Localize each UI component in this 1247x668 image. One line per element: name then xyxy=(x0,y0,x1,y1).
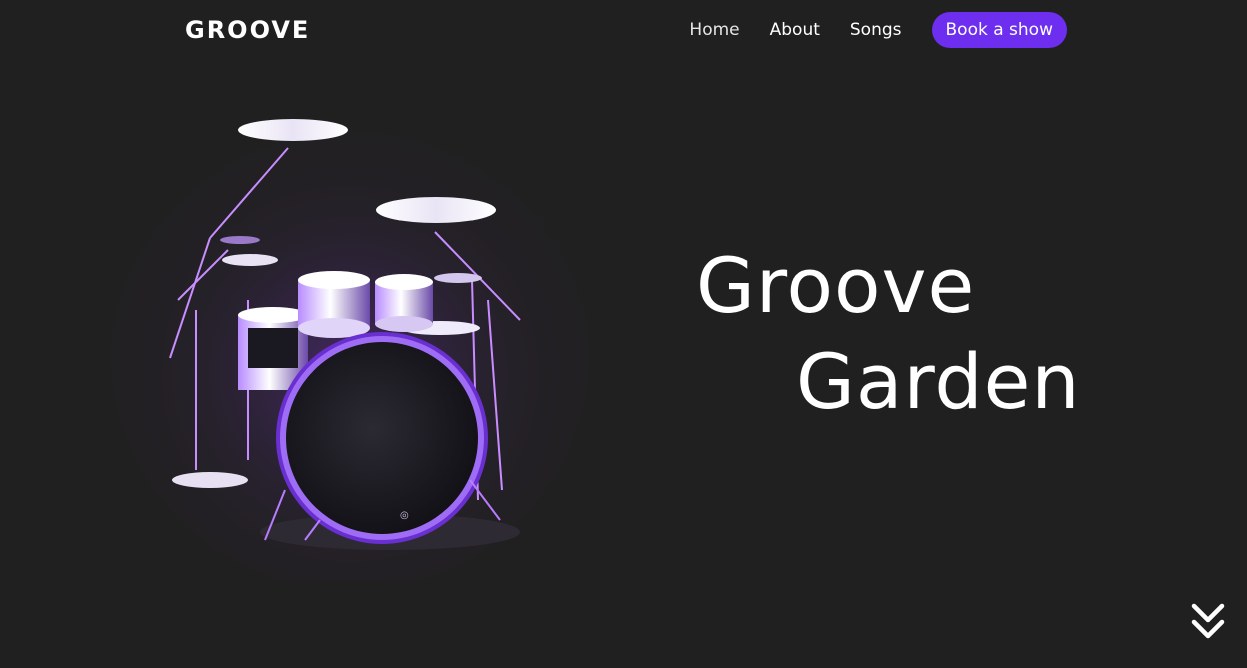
splash-cymbal xyxy=(222,254,278,266)
crash-cymbal xyxy=(238,119,348,141)
main-nav: Home About Songs Book a show xyxy=(689,12,1067,48)
nav-item-home[interactable]: Home xyxy=(689,12,739,48)
double-chevron-down-icon[interactable] xyxy=(1189,602,1227,642)
rack-tom-left xyxy=(298,271,370,338)
drum-kit-image: ◎ xyxy=(110,110,590,580)
rack-tom-right xyxy=(375,274,433,332)
landing-page: GROOVE Home About Songs Book a show ◎ Gr… xyxy=(0,0,1247,668)
hihat-cymbal xyxy=(172,472,248,488)
brand-logo[interactable]: GROOVE xyxy=(185,14,310,46)
hero-title-line-1: Groove xyxy=(696,241,976,330)
nav-item-about[interactable]: About xyxy=(770,12,820,48)
hero-title: Groove Garden xyxy=(696,238,1081,430)
book-show-button[interactable]: Book a show xyxy=(931,12,1067,48)
nav-item-songs[interactable]: Songs xyxy=(850,12,902,48)
bass-drum: ◎ xyxy=(276,332,488,544)
small-cymbal xyxy=(220,236,260,244)
side-cymbal xyxy=(434,273,482,283)
svg-text:◎: ◎ xyxy=(400,510,409,521)
hero-title-line-2: Garden xyxy=(796,337,1081,426)
ride-cymbal xyxy=(376,197,496,223)
